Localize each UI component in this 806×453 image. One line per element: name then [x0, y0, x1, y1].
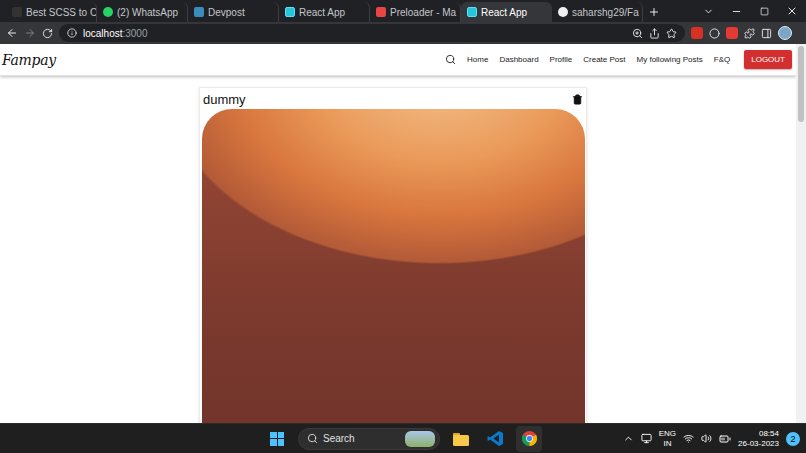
nav-link[interactable]: F&Q [714, 55, 730, 64]
side-panel-icon[interactable] [761, 28, 772, 39]
extension-circle-icon[interactable] [709, 28, 720, 39]
browser-tab[interactable]: React App [279, 2, 370, 22]
nav-links: Home Dashboard Profile Create Post My follow… [445, 50, 792, 69]
browser-tab[interactable]: Devpost [188, 2, 279, 22]
back-arrow-icon[interactable] [6, 27, 18, 39]
post-image [202, 109, 585, 423]
profile-avatar[interactable] [778, 26, 792, 40]
reload-button[interactable] [42, 28, 53, 39]
zoom-icon[interactable] [632, 28, 643, 39]
minimize-button[interactable] [722, 0, 750, 22]
trash-icon[interactable] [572, 94, 583, 105]
forward-arrow-icon[interactable] [24, 27, 36, 39]
restore-icon[interactable] [760, 7, 769, 16]
tab-strip: Best SCSS to C(2) WhatsAppDevpostReact A… [0, 0, 806, 22]
favicon-icon [194, 7, 204, 17]
favicon-icon [285, 7, 295, 17]
notification-badge[interactable]: 2 [786, 432, 800, 446]
navbar: Fampay Home Dashboard Profile Create Post My … [0, 44, 796, 76]
post-header: dummy [202, 89, 585, 109]
post-title: dummy [203, 92, 246, 107]
chrome-icon[interactable] [521, 430, 538, 447]
browser-tab[interactable]: Preloader - Ma [370, 2, 461, 22]
reload-icon[interactable] [42, 28, 53, 39]
search-highlight-image [405, 431, 435, 447]
favicon-icon [12, 7, 22, 17]
display-icon[interactable] [641, 433, 652, 444]
search-icon[interactable] [445, 54, 456, 65]
puzzle-icon[interactable] [744, 28, 755, 39]
favicon-icon [467, 7, 477, 17]
taskbar: Search ENGIN 08:5426-03-2023 2 [0, 423, 806, 453]
plus-icon[interactable] [648, 6, 660, 18]
wifi-icon[interactable] [683, 433, 694, 444]
close-icon[interactable] [786, 5, 798, 17]
taskbar-app[interactable] [516, 426, 542, 452]
favicon-icon [558, 7, 568, 17]
nav-link[interactable]: Dashboard [499, 55, 538, 64]
extension-icon[interactable] [726, 27, 738, 39]
web-page: Fampay Home Dashboard Profile Create Post My … [0, 44, 806, 423]
browser-tab[interactable]: Best SCSS to C [6, 2, 97, 22]
address-bar[interactable]: localhost:3000 [59, 24, 685, 42]
screen: Best SCSS to C(2) WhatsAppDevpostReact A… [0, 0, 806, 453]
scrollbar[interactable] [796, 44, 806, 423]
start-button[interactable] [264, 426, 290, 452]
clock[interactable]: 08:5426-03-2023 [738, 429, 779, 447]
nav-link[interactable]: Home [467, 55, 488, 64]
taskbar-app[interactable] [482, 426, 508, 452]
scrollbar-thumb[interactable] [798, 46, 804, 122]
taskbar-search[interactable]: Search [298, 428, 440, 450]
favicon-icon [103, 7, 113, 17]
side-panel-button[interactable] [761, 28, 772, 39]
browser-toolbar: localhost:3000 [0, 22, 806, 44]
forward-button[interactable] [24, 27, 36, 39]
feed: dummy [0, 76, 796, 423]
chevron-down-icon[interactable] [703, 6, 714, 17]
minimize-icon[interactable] [731, 6, 742, 17]
nav-link[interactable]: Create Post [583, 55, 625, 64]
chevron-up-icon[interactable] [623, 433, 634, 444]
file-explorer-icon[interactable] [452, 431, 470, 447]
share-icon[interactable] [649, 28, 660, 39]
new-tab-button[interactable] [643, 2, 665, 22]
logo[interactable]: Fampay [2, 52, 56, 68]
browser-tab[interactable]: (2) WhatsApp [97, 2, 188, 22]
windows-logo-icon[interactable] [270, 432, 284, 446]
extension-button[interactable] [709, 28, 720, 39]
system-tray: ENGIN 08:5426-03-2023 2 [542, 429, 806, 447]
volume-icon[interactable] [701, 433, 712, 444]
restore-button[interactable] [750, 0, 778, 22]
taskbar-apps: Search [264, 426, 542, 452]
search-icon [307, 433, 318, 444]
nav-link[interactable]: Profile [550, 55, 573, 64]
browser-tab[interactable]: React App [461, 2, 552, 22]
language-indicator[interactable]: ENGIN [659, 429, 676, 447]
site-info-icon[interactable] [67, 28, 77, 38]
back-button[interactable] [6, 27, 18, 39]
extensions-button[interactable] [744, 28, 755, 39]
favicon-icon [376, 7, 386, 17]
bookmark-star-icon[interactable] [666, 28, 677, 39]
nav-link[interactable]: My following Posts [637, 55, 703, 64]
tab-search-button[interactable] [694, 0, 722, 22]
page-main: Fampay Home Dashboard Profile Create Post My … [0, 44, 796, 423]
close-button[interactable] [778, 0, 806, 22]
post-card: dummy [199, 87, 587, 423]
battery-icon[interactable] [719, 433, 731, 445]
logout-button[interactable]: LOGOUT [744, 50, 792, 69]
window-controls [694, 0, 806, 22]
extension-icon[interactable] [691, 27, 703, 39]
vscode-icon[interactable] [487, 430, 504, 447]
taskbar-app[interactable] [448, 426, 474, 452]
browser-tab[interactable]: saharshg29/Fa [552, 2, 643, 22]
